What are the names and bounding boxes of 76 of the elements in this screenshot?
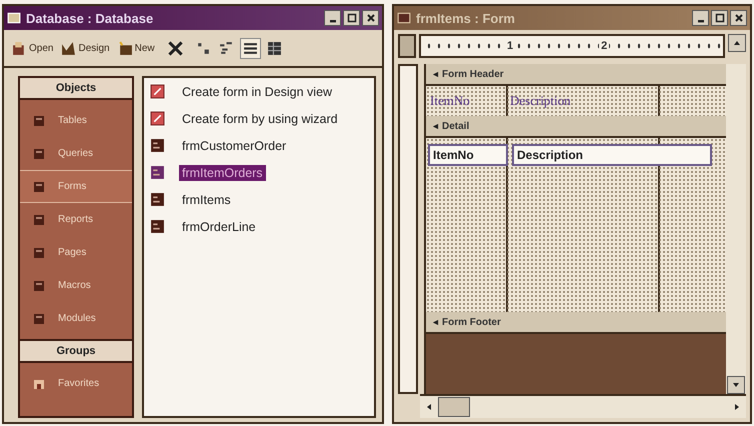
open-icon (12, 40, 27, 56)
minimize-icon (698, 20, 704, 23)
close-button[interactable] (730, 10, 747, 26)
form-list-item[interactable]: frmItems (179, 192, 234, 208)
object-icon (32, 212, 46, 226)
ruler-number: 1 (505, 40, 516, 52)
object-icon (32, 312, 46, 326)
form-icon (150, 165, 165, 180)
form-icon (150, 138, 165, 153)
scroll-thumb[interactable] (438, 397, 470, 417)
database-icon (7, 11, 21, 25)
text-box[interactable]: ItemNo (428, 144, 508, 166)
small-icons-icon (218, 40, 234, 56)
maximize-button[interactable] (711, 10, 728, 26)
design-button[interactable]: Design (59, 38, 112, 58)
open-button[interactable]: Open (10, 38, 56, 58)
form-icon (150, 219, 165, 234)
scroll-down-button[interactable] (727, 376, 745, 394)
object-icon (32, 278, 46, 292)
section-title: Form Header (442, 68, 504, 80)
object-type-item[interactable]: Pages (20, 236, 132, 269)
wand-icon (150, 84, 165, 99)
section-bar[interactable]: Form Header (426, 64, 726, 86)
new-button[interactable]: New (116, 38, 157, 58)
object-type-item[interactable]: Queries (20, 137, 132, 170)
close-button[interactable] (362, 10, 379, 26)
minimize-icon (330, 20, 336, 23)
objects-header[interactable]: Objects (20, 78, 132, 100)
form-selector[interactable] (398, 34, 416, 58)
object-icon (32, 146, 46, 160)
section-title: Detail (442, 120, 470, 132)
scroll-up-button[interactable] (728, 34, 746, 52)
object-icon (32, 246, 46, 260)
close-icon (366, 13, 376, 23)
maximize-button[interactable] (343, 10, 360, 26)
horizontal-scrollbar[interactable] (420, 394, 746, 418)
object-type-item[interactable]: Modules (20, 302, 132, 335)
groups-header[interactable]: Groups (20, 341, 132, 363)
section-arrow-icon (432, 70, 439, 78)
text-box[interactable]: Description (512, 144, 712, 166)
object-type-item[interactable]: Macros (20, 269, 132, 302)
maximize-icon (346, 13, 356, 23)
minimize-button[interactable] (692, 10, 709, 26)
details-icon (266, 40, 282, 56)
ruler-number: 2 (599, 40, 610, 52)
object-type-item[interactable]: Tables (20, 104, 132, 137)
form-icon (150, 192, 165, 207)
minimize-button[interactable] (324, 10, 341, 26)
section-arrow-icon (432, 318, 439, 326)
wand-icon (150, 111, 165, 126)
window-title: frmItems : Form (416, 10, 516, 26)
group-item[interactable]: Favorites (20, 367, 132, 400)
object-icon (32, 180, 46, 194)
list-button[interactable] (240, 38, 261, 58)
close-icon (734, 13, 744, 23)
new-icon (118, 40, 133, 56)
form-list-item[interactable]: frmItemOrders (179, 164, 266, 180)
section-arrow-icon (432, 122, 439, 130)
list-icon (242, 40, 258, 56)
object-type-item[interactable]: Reports (20, 203, 132, 236)
header-label[interactable]: Description (510, 93, 571, 109)
delete-icon (166, 40, 184, 56)
form-list-item[interactable]: frmOrderLine (179, 218, 259, 234)
design-icon (61, 40, 76, 56)
large-icons-icon (196, 40, 211, 56)
header-label[interactable]: ItemNo (430, 93, 504, 109)
object-icon (32, 114, 46, 128)
section-title: Form Footer (442, 316, 501, 328)
maximize-icon (714, 13, 724, 23)
section-bar[interactable]: Form Footer (426, 312, 726, 334)
form-list-item[interactable]: Create form by using wizard (179, 110, 341, 126)
form-list-item[interactable]: Create form in Design view (179, 84, 336, 100)
form-icon (397, 11, 411, 25)
section-bar[interactable]: Detail (426, 116, 726, 138)
window-title: Database : Database (26, 10, 154, 26)
form-list-item[interactable]: frmCustomerOrder (179, 138, 290, 154)
